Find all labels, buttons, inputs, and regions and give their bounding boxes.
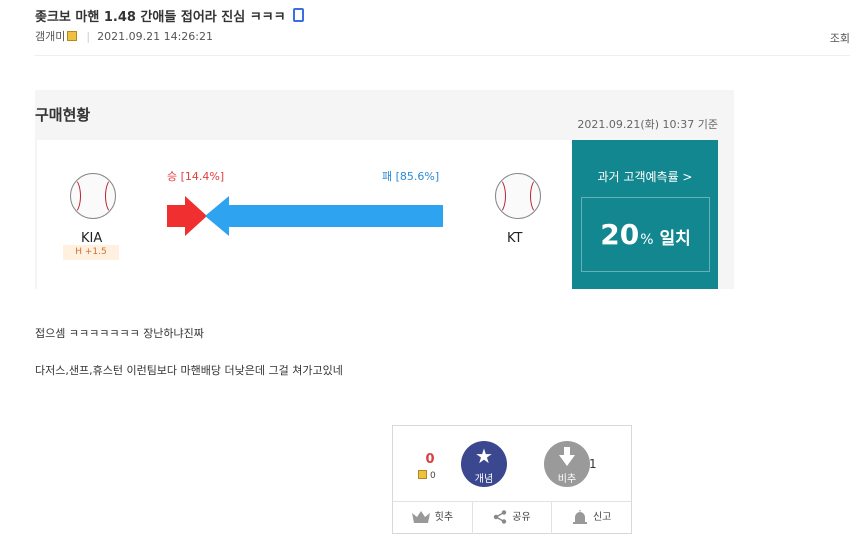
author-name[interactable]: 갬개미 <box>35 30 65 43</box>
fixed-upvote-value: 0 <box>430 471 436 481</box>
embed-title: 구매현황 <box>35 106 91 124</box>
crown-icon <box>411 511 430 523</box>
star-icon: ★ <box>475 444 493 468</box>
baseball-icon <box>495 173 541 219</box>
home-team-name: KIA <box>81 231 103 246</box>
history-value: 20 <box>600 218 640 251</box>
member-level-icon <box>67 31 78 41</box>
match-card: KIA H +1.5 승 [14.4%] 패 [85.6%] KT <box>37 140 572 289</box>
downvote-button[interactable]: 비추 <box>544 441 590 487</box>
body-line-2: 다저스,샌프,휴스턴 이런팀보다 마핸배당 더낮은데 그걸 쳐가고있네 <box>35 364 343 377</box>
post-meta: 갬개미 | 2021.09.21 14:26:21 <box>35 28 213 44</box>
siren-icon <box>572 510 587 524</box>
win-arrow-icon <box>185 196 207 236</box>
vote-footer: 힛추 공유 신고 <box>393 501 631 534</box>
baseball-icon <box>70 173 116 219</box>
post-title: 좆크보 마핸 1.48 간애들 접어라 진심 ㅋㅋㅋ <box>35 6 305 25</box>
share-label: 공유 <box>512 512 531 523</box>
lose-arrow-icon <box>205 196 229 236</box>
report-label: 신고 <box>592 512 612 523</box>
upvote-count: 0 <box>425 452 435 467</box>
member-level-icon <box>418 470 427 479</box>
history-box: 20% 일치 <box>581 197 710 272</box>
win-label: 승 [14.4%] <box>167 170 225 183</box>
upvote-button[interactable]: ★ 개념 <box>461 441 507 487</box>
body-line-1: 접으셈 ㅋㅋㅋㅋㅋㅋㅋ 장난하냐진짜 <box>35 327 204 340</box>
hit-recommend-label: 힛추 <box>434 512 454 523</box>
report-button[interactable]: 신고 <box>552 502 631 534</box>
handicap-badge: H +1.5 <box>63 245 119 260</box>
view-count-label: 조회 <box>829 32 850 45</box>
history-suffix: 일치 <box>659 229 691 249</box>
embedded-image: 구매현황 2021.09.21(화) 10:37 기준 KIA H +1.5 승… <box>35 90 734 289</box>
down-arrow-icon <box>559 447 575 466</box>
mobile-icon <box>293 8 305 22</box>
downvote-count: 1 <box>589 457 597 471</box>
downvote-label: 비추 <box>557 474 577 485</box>
header-divider <box>35 55 850 56</box>
embed-date: 2021.09.21(화) 10:37 기준 <box>577 118 718 131</box>
history-label: 과거 고객예측률 > <box>597 170 693 184</box>
lose-label: 패 [85.6%] <box>382 170 440 183</box>
history-panel: 과거 고객예측률 > 20% 일치 <box>572 140 718 289</box>
hit-recommend-button[interactable]: 힛추 <box>393 502 473 534</box>
away-team-name: KT <box>507 231 523 246</box>
post-datetime: 2021.09.21 14:26:21 <box>97 30 213 43</box>
vote-box: 0 0 ★ 개념 비추 1 힛추 공유 신고 <box>392 425 632 534</box>
share-icon <box>494 510 507 524</box>
share-button[interactable]: 공유 <box>473 502 553 534</box>
upvote-label: 개념 <box>474 474 494 485</box>
win-arrow-body <box>167 205 185 227</box>
history-unit: % <box>640 232 654 248</box>
lose-arrow-body <box>229 205 443 227</box>
meta-separator: | <box>86 30 91 43</box>
fixed-upvote-count: 0 <box>418 470 436 481</box>
post-title-text: 좆크보 마핸 1.48 간애들 접어라 진심 ㅋㅋㅋ <box>35 10 286 25</box>
